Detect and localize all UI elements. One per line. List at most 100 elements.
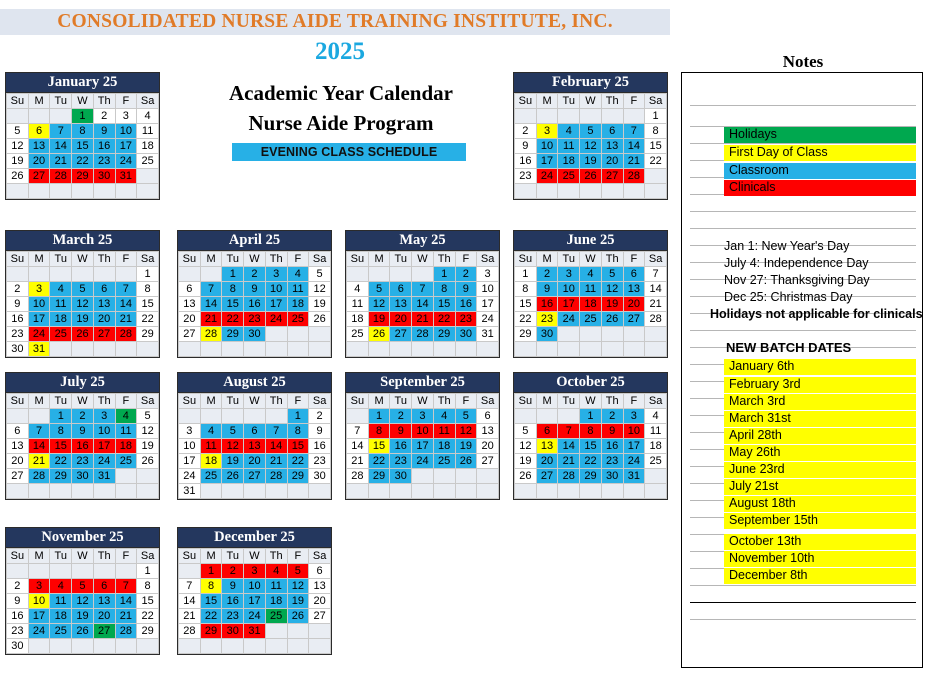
day-cell[interactable]: 20 [308, 593, 331, 609]
day-cell[interactable]: 4 [644, 408, 667, 424]
day-cell[interactable]: 18 [346, 311, 369, 327]
day-cell[interactable]: 4 [136, 108, 159, 124]
day-cell[interactable]: 17 [535, 153, 559, 169]
day-cell[interactable]: 10 [411, 423, 434, 439]
batch-date-item[interactable]: March 31st [724, 411, 916, 427]
day-cell[interactable]: 15 [514, 296, 537, 312]
day-cell[interactable]: 29 [432, 326, 456, 342]
day-cell[interactable]: 2 [6, 578, 29, 594]
day-cell[interactable]: 17 [243, 593, 266, 609]
day-cell[interactable]: 23 [221, 608, 245, 624]
day-cell[interactable]: 1 [136, 563, 159, 579]
day-cell[interactable]: 22 [514, 311, 537, 327]
day-cell[interactable]: 1 [579, 408, 602, 424]
day-cell[interactable]: 30 [535, 326, 559, 342]
day-cell[interactable]: 11 [264, 578, 288, 594]
day-cell[interactable]: 6 [389, 281, 413, 297]
day-cell[interactable]: 5 [579, 123, 602, 139]
day-cell[interactable]: 19 [221, 453, 245, 469]
day-cell[interactable]: 9 [600, 423, 624, 439]
day-cell[interactable]: 8 [199, 578, 223, 594]
day-cell[interactable]: 27 [27, 168, 51, 184]
day-cell[interactable]: 15 [71, 138, 94, 154]
day-cell[interactable]: 7 [114, 281, 138, 297]
day-cell[interactable]: 11 [346, 296, 369, 312]
day-cell[interactable]: 17 [114, 138, 138, 154]
day-cell[interactable]: 28 [114, 326, 138, 342]
batch-date-item[interactable]: December 8th [724, 568, 916, 584]
day-cell[interactable]: 5 [6, 123, 29, 139]
day-cell[interactable]: 10 [476, 281, 499, 297]
day-cell[interactable]: 12 [367, 296, 391, 312]
day-cell[interactable]: 20 [178, 311, 201, 327]
day-cell[interactable]: 17 [476, 296, 499, 312]
day-cell[interactable]: 5 [71, 578, 94, 594]
day-cell[interactable]: 28 [27, 468, 51, 484]
day-cell[interactable]: 7 [178, 578, 201, 594]
day-cell[interactable]: 18 [644, 438, 667, 454]
day-cell[interactable]: 27 [92, 326, 116, 342]
day-cell[interactable]: 13 [308, 578, 331, 594]
day-cell[interactable]: 16 [454, 296, 478, 312]
day-cell[interactable]: 20 [476, 438, 499, 454]
day-cell[interactable]: 11 [579, 281, 602, 297]
day-cell[interactable]: 30 [308, 468, 331, 484]
batch-date-item[interactable]: April 28th [724, 428, 916, 444]
day-cell[interactable]: 29 [367, 468, 391, 484]
day-cell[interactable]: 30 [221, 623, 245, 639]
day-cell[interactable]: 26 [579, 168, 602, 184]
day-cell[interactable]: 29 [579, 468, 602, 484]
day-cell[interactable]: 23 [535, 311, 559, 327]
day-cell[interactable]: 19 [600, 296, 624, 312]
day-cell[interactable]: 10 [557, 281, 581, 297]
day-cell[interactable]: 29 [49, 468, 73, 484]
day-cell[interactable]: 13 [92, 296, 116, 312]
day-cell[interactable]: 11 [136, 123, 159, 139]
day-cell[interactable]: 28 [199, 326, 223, 342]
day-cell[interactable]: 24 [243, 608, 266, 624]
day-cell[interactable]: 20 [92, 311, 116, 327]
day-cell[interactable]: 18 [49, 311, 73, 327]
day-cell[interactable]: 9 [92, 123, 116, 139]
batch-date-item[interactable]: March 3rd [724, 394, 916, 410]
day-cell[interactable]: 3 [557, 266, 581, 282]
day-cell[interactable]: 29 [221, 326, 245, 342]
day-cell[interactable]: 13 [476, 423, 499, 439]
day-cell[interactable]: 15 [367, 438, 391, 454]
day-cell[interactable]: 31 [27, 341, 51, 357]
day-cell[interactable]: 9 [389, 423, 413, 439]
day-cell[interactable]: 10 [622, 423, 646, 439]
day-cell[interactable]: 4 [264, 563, 288, 579]
batch-date-item[interactable]: September 15th [724, 513, 916, 529]
day-cell[interactable]: 26 [136, 453, 159, 469]
batch-date-item[interactable]: February 3rd [724, 377, 916, 393]
day-cell[interactable]: 24 [535, 168, 559, 184]
day-cell[interactable]: 8 [221, 281, 245, 297]
day-cell[interactable]: 10 [243, 578, 266, 594]
day-cell[interactable]: 9 [221, 578, 245, 594]
day-cell[interactable]: 14 [49, 138, 73, 154]
day-cell[interactable]: 10 [264, 281, 288, 297]
day-cell[interactable]: 5 [286, 563, 310, 579]
day-cell[interactable]: 22 [71, 153, 94, 169]
day-cell[interactable]: 18 [114, 438, 138, 454]
day-cell[interactable]: 8 [49, 423, 73, 439]
day-cell[interactable]: 27 [6, 468, 29, 484]
day-cell[interactable]: 14 [644, 281, 667, 297]
day-cell[interactable]: 23 [514, 168, 537, 184]
batch-date-item[interactable]: May 26th [724, 445, 916, 461]
day-cell[interactable]: 25 [49, 623, 73, 639]
day-cell[interactable]: 10 [178, 438, 201, 454]
day-cell[interactable]: 28 [411, 326, 434, 342]
day-cell[interactable]: 31 [476, 326, 499, 342]
day-cell[interactable]: 21 [644, 296, 667, 312]
day-cell[interactable]: 27 [243, 468, 266, 484]
day-cell[interactable]: 16 [71, 438, 94, 454]
day-cell[interactable]: 29 [514, 326, 537, 342]
day-cell[interactable]: 31 [92, 468, 116, 484]
day-cell[interactable]: 1 [136, 266, 159, 282]
day-cell[interactable]: 22 [367, 453, 391, 469]
day-cell[interactable]: 14 [557, 438, 581, 454]
day-cell[interactable]: 25 [346, 326, 369, 342]
day-cell[interactable]: 7 [346, 423, 369, 439]
